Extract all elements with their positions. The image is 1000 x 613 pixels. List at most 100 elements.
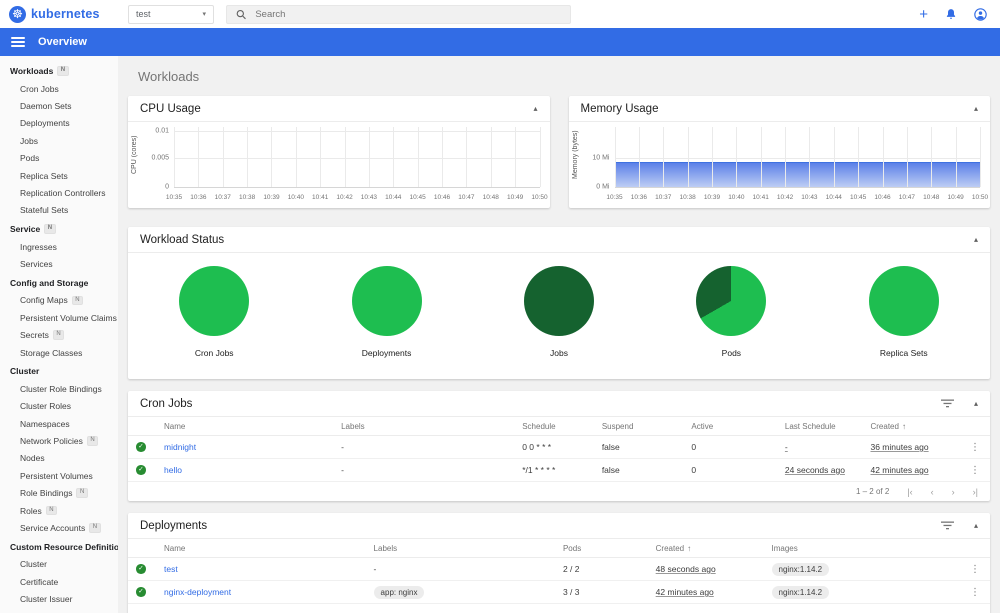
column-header-labels[interactable]: Labels [331, 422, 512, 431]
collapse-icon[interactable]: ▴ [974, 521, 978, 530]
filter-button[interactable] [940, 399, 954, 408]
sidebar-item-persistent-volume-claims[interactable]: Persistent Volume ClaimsN [0, 309, 118, 326]
sidebar-item-label: Pods [20, 153, 40, 164]
sidebar-item-label: Services [20, 259, 53, 270]
kebab-menu-icon[interactable]: ⋮ [970, 465, 980, 476]
sidebar-item-network-policies[interactable]: Network Policies N [0, 432, 118, 449]
sidebar-group-workloads[interactable]: Workloads N [0, 61, 118, 80]
filter-button[interactable] [940, 521, 954, 530]
user-menu-button[interactable] [974, 7, 987, 21]
sidebar-item-daemon-sets[interactable]: Daemon Sets [0, 97, 118, 114]
gridline [466, 127, 468, 187]
resource-link[interactable]: midnight [164, 442, 196, 452]
sidebar-item-jobs[interactable]: Jobs [0, 132, 118, 149]
column-header-name[interactable]: Name [154, 422, 331, 431]
sidebar-item-replica-sets[interactable]: Replica Sets [0, 167, 118, 184]
memory-usage-panel: Memory Usage ▴ Memory (bytes) 10 Mi 0 Mi … [568, 96, 990, 208]
sidebar-item-service-accounts[interactable]: Service Accounts N [0, 519, 118, 536]
sidebar-item-persistent-volumes[interactable]: Persistent Volumes [0, 467, 118, 484]
x-tick-label: 10:45 [409, 194, 426, 201]
sidebar-item-replication-controllers[interactable]: Replication Controllers [0, 184, 118, 201]
sidebar-group-config-and-storage[interactable]: Config and Storage [0, 273, 118, 292]
column-header-last-schedule[interactable]: Last Schedule [775, 422, 861, 431]
sidebar-item-label: Persistent Volume Claims [20, 312, 117, 323]
x-tick-label: 10:42 [336, 194, 353, 201]
column-header-pods[interactable]: Pods [553, 544, 646, 553]
sidebar-item-certificate[interactable]: Certificate [0, 573, 118, 590]
resource-link[interactable]: hello [164, 465, 182, 475]
sidebar-item-role-bindings[interactable]: Role Bindings N [0, 485, 118, 502]
sidebar-group-custom-resource-definitions[interactable]: Custom Resource Definitions [0, 537, 118, 556]
sidebar-item-cron-jobs[interactable]: Cron Jobs [0, 80, 118, 97]
workload-pie-replica-sets: Replica Sets [834, 266, 974, 358]
create-resource-button[interactable]: + [919, 7, 928, 22]
workload-pie-jobs: Jobs [489, 266, 629, 358]
sidebar-item-secrets[interactable]: Secrets N [0, 327, 118, 344]
column-header-images[interactable]: Images [762, 544, 960, 553]
sidebar-item-deployments[interactable]: Deployments [0, 115, 118, 132]
pagination-first-button[interactable]: |‹ [907, 487, 912, 497]
sidebar-item-stateful-sets[interactable]: Stateful Sets [0, 202, 118, 219]
x-tick-label: 10:50 [531, 194, 548, 201]
collapse-icon[interactable]: ▴ [974, 399, 978, 408]
sidebar-item-namespaces[interactable]: Namespaces [0, 415, 118, 432]
column-header-created[interactable]: Created ↑ [646, 544, 762, 553]
resource-link[interactable]: test [164, 564, 178, 574]
sidebar-item-nodes[interactable]: Nodes [0, 450, 118, 467]
workload-status-pies: Cron Jobs Deployments Jobs Pods Replica Sets [128, 253, 990, 358]
sidebar-group-cluster[interactable]: Cluster [0, 361, 118, 380]
pagination-range: 1 – 2 of 2 [855, 487, 890, 496]
cell-text: 3 / 3 [562, 587, 580, 597]
column-header-labels[interactable]: Labels [364, 544, 553, 553]
pagination-next-button[interactable]: › [952, 487, 955, 497]
sidebar-item-label: Deployments [20, 118, 70, 129]
kebab-menu-icon[interactable]: ⋮ [970, 587, 980, 598]
sidebar-item-cluster[interactable]: Cluster [0, 556, 118, 573]
menu-button[interactable] [11, 36, 25, 48]
kubernetes-logo[interactable]: ☸ kubernetes [0, 5, 128, 23]
namespace-selector[interactable]: test ▾ [128, 4, 214, 24]
table-row: ✓ midnight - 0 0 * * * false 0 - 36 minutes ago… [128, 436, 990, 459]
column-header-suspend[interactable]: Suspend [592, 422, 682, 431]
kebab-menu-icon[interactable]: ⋮ [970, 564, 980, 575]
gridline [490, 127, 492, 187]
sidebar-item-roles[interactable]: Roles N [0, 502, 118, 519]
sidebar-item-services[interactable]: Services [0, 255, 118, 272]
x-tick-label: 10:47 [898, 194, 916, 201]
sidebar-item-cluster-role-bindings[interactable]: Cluster Role Bindings [0, 380, 118, 397]
sidebar-item-ingresses[interactable]: Ingresses [0, 238, 118, 255]
gridline [955, 127, 957, 187]
sidebar-group-label: Cluster [10, 366, 40, 377]
pagination-last-button[interactable]: ›| [973, 487, 978, 497]
column-header-active[interactable]: Active [681, 422, 775, 431]
app-bar: Overview [0, 28, 1000, 56]
sidebar-item-config-maps[interactable]: Config Maps N [0, 292, 118, 309]
gridline [906, 127, 908, 187]
search-input[interactable] [255, 8, 561, 20]
resource-link[interactable]: nginx-deployment [164, 587, 231, 597]
sort-ascending-icon: ↑ [901, 421, 906, 431]
sidebar-group-service[interactable]: Service N [0, 219, 118, 238]
sidebar-item-cluster-roles[interactable]: Cluster Roles [0, 398, 118, 415]
sidebar-item-pods[interactable]: Pods [0, 150, 118, 167]
kebab-menu-icon[interactable]: ⋮ [970, 442, 980, 453]
panel-title: Cron Jobs [140, 397, 193, 410]
x-tick-label: 10:36 [630, 194, 647, 201]
column-header-created[interactable]: Created ↑ [860, 422, 960, 431]
gridline [320, 127, 322, 187]
pie-chart [523, 266, 594, 336]
x-tick-label: 10:49 [947, 194, 964, 201]
column-header-name[interactable]: Name [154, 544, 364, 553]
gridline [785, 127, 787, 187]
gridline [980, 127, 981, 187]
collapse-icon[interactable]: ▴ [974, 235, 978, 244]
pagination-previous-button[interactable]: ‹ [931, 487, 934, 497]
notifications-button[interactable] [945, 8, 957, 20]
collapse-icon[interactable]: ▴ [533, 104, 537, 113]
sidebar-item-cluster-issuer[interactable]: Cluster Issuer [0, 590, 118, 607]
collapse-icon[interactable]: ▴ [974, 104, 978, 113]
sidebar-item-storage-classes[interactable]: Storage Classes [0, 344, 118, 361]
top-actions: + [919, 7, 1000, 22]
column-header-schedule[interactable]: Schedule [512, 422, 592, 431]
cell-text: 2 / 2 [562, 564, 580, 574]
